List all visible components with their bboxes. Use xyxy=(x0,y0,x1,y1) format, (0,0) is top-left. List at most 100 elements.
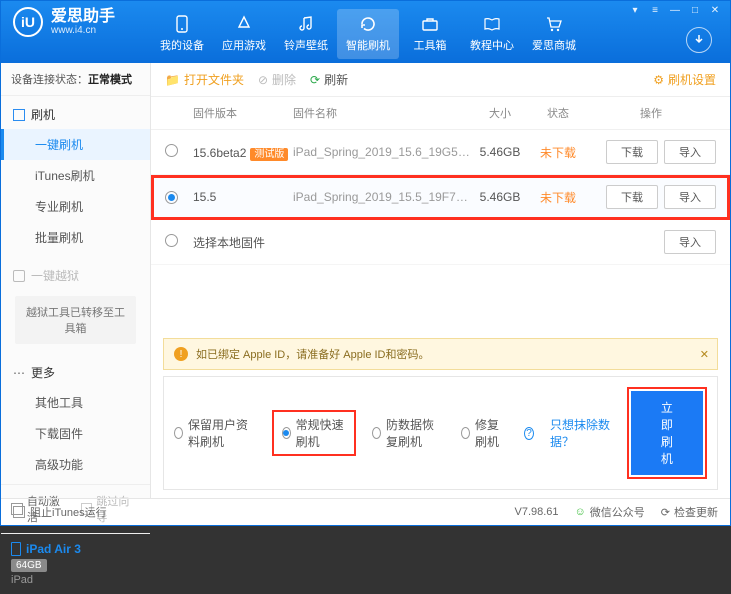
sidebar-item-download-fw[interactable]: 下载固件 xyxy=(1,418,150,449)
import-button[interactable]: 导入 xyxy=(664,230,716,254)
warning-icon: ! xyxy=(174,347,188,361)
square-icon xyxy=(13,109,25,121)
folder-icon: 📁 xyxy=(165,73,180,87)
erase-only-link[interactable]: 只想抹除数据？ xyxy=(550,416,611,450)
col-size: 大小 xyxy=(470,105,530,121)
alert-text: 如已绑定 Apple ID，请准备好 Apple ID和密码。 xyxy=(196,346,430,362)
refresh-button[interactable]: ⟳ 刷新 xyxy=(310,71,348,88)
gear-icon: ⚙ xyxy=(653,73,664,87)
download-button[interactable]: 下载 xyxy=(606,185,658,209)
sidebar-group-more[interactable]: ⋯ 更多 xyxy=(1,358,150,387)
wechat-icon: ☺ xyxy=(575,506,586,518)
nav-my-device[interactable]: 我的设备 xyxy=(151,9,213,59)
flash-now-highlight: 立即刷机 xyxy=(627,387,707,479)
device-type: iPad xyxy=(11,574,140,586)
choice-anti-recovery[interactable]: 防数据恢复刷机 xyxy=(372,416,445,450)
firmware-state: 未下载 xyxy=(530,189,586,206)
device-storage-badge: 64GB xyxy=(11,559,47,572)
info-icon[interactable]: ? xyxy=(524,427,534,440)
app-logo: iU 爱思助手 www.i4.cn xyxy=(1,1,125,37)
check-update-link[interactable]: ⟳ 检查更新 xyxy=(661,504,718,520)
row-radio[interactable] xyxy=(165,144,178,157)
firmware-size: 5.46GB xyxy=(470,145,530,159)
phone-icon xyxy=(172,14,192,34)
sidebar: 设备连接状态：正常模式 刷机 一键刷机 iTunes刷机 专业刷机 批量刷机 一… xyxy=(1,63,151,498)
flash-now-button[interactable]: 立即刷机 xyxy=(631,391,703,475)
choice-normal-flash[interactable]: 常规快速刷机 xyxy=(272,410,356,456)
firmware-name: iPad_Spring_2019_15.6_19G5037d_Restore.i… xyxy=(293,145,470,159)
top-nav: 我的设备 应用游戏 铃声壁纸 智能刷机 工具箱 教程中心 xyxy=(151,9,585,59)
block-itunes-checkbox[interactable]: 阻止iTunes运行 xyxy=(13,504,107,520)
music-icon xyxy=(296,14,316,34)
win-minimize-icon[interactable]: — xyxy=(666,3,684,17)
logo-icon: iU xyxy=(13,7,43,37)
win-lines-icon[interactable]: ≡ xyxy=(646,3,664,17)
device-icon xyxy=(11,542,21,556)
connection-status: 设备连接状态：正常模式 xyxy=(1,63,150,96)
nav-tutorials[interactable]: 教程中心 xyxy=(461,9,523,59)
beta-tag: 测试版 xyxy=(250,148,288,161)
app-title: 爱思助手 xyxy=(51,9,115,25)
cart-icon xyxy=(544,14,564,34)
download-button[interactable]: 下载 xyxy=(606,140,658,164)
app-site: www.i4.cn xyxy=(51,25,115,36)
titlebar: iU 爱思助手 www.i4.cn 我的设备 应用游戏 铃声壁纸 智能刷机 xyxy=(1,1,730,63)
win-maximize-icon[interactable]: □ xyxy=(686,3,704,17)
win-close-icon[interactable]: ✕ xyxy=(706,3,724,17)
sidebar-item-itunes-flash[interactable]: iTunes刷机 xyxy=(1,160,150,191)
sidebar-item-oneclick-flash[interactable]: 一键刷机 xyxy=(1,129,150,160)
delete-icon: ⊘ xyxy=(258,73,268,87)
update-icon: ⟳ xyxy=(661,506,670,519)
row-radio[interactable] xyxy=(165,234,178,247)
window-controls: ▾ ≡ — □ ✕ xyxy=(626,3,724,17)
statusbar: 阻止iTunes运行 V7.98.61 ☺ 微信公众号 ⟳ 检查更新 xyxy=(1,498,730,525)
sidebar-item-other-tools[interactable]: 其他工具 xyxy=(1,387,150,418)
device-panel[interactable]: iPad Air 3 64GB iPad xyxy=(1,533,150,594)
table-row[interactable]: 15.6beta2测试版 iPad_Spring_2019_15.6_19G50… xyxy=(151,130,730,175)
col-name: 固件名称 xyxy=(293,105,470,121)
sidebar-group-flash[interactable]: 刷机 xyxy=(1,100,150,129)
sidebar-item-batch-flash[interactable]: 批量刷机 xyxy=(1,222,150,253)
open-folder-button[interactable]: 📁 打开文件夹 xyxy=(165,71,244,88)
appleid-alert: ! 如已绑定 Apple ID，请准备好 Apple ID和密码。 ✕ xyxy=(163,338,718,370)
nav-flash[interactable]: 智能刷机 xyxy=(337,9,399,59)
jailbreak-note: 越狱工具已转移至工具箱 xyxy=(15,296,136,344)
col-ops: 操作 xyxy=(586,105,716,121)
table-row[interactable]: 15.5 iPad_Spring_2019_15.5_19F77_Restore… xyxy=(151,175,730,220)
flash-mode-choices: 保留用户资料刷机 常规快速刷机 防数据恢复刷机 修复刷机 ? 只想抹除数据？ 立… xyxy=(163,376,718,490)
choice-keep-data[interactable]: 保留用户资料刷机 xyxy=(174,416,256,450)
nav-ringtones[interactable]: 铃声壁纸 xyxy=(275,9,337,59)
flash-icon xyxy=(358,14,378,34)
more-icon: ⋯ xyxy=(13,366,25,380)
import-button[interactable]: 导入 xyxy=(664,140,716,164)
sidebar-group-jailbreak[interactable]: 一键越狱 xyxy=(1,261,150,290)
row-radio[interactable] xyxy=(165,191,178,204)
sidebar-item-pro-flash[interactable]: 专业刷机 xyxy=(1,191,150,222)
nav-toolbox[interactable]: 工具箱 xyxy=(399,9,461,59)
table-header: 固件版本 固件名称 大小 状态 操作 xyxy=(151,97,730,130)
delete-button[interactable]: ⊘ 删除 xyxy=(258,71,296,88)
app-version: V7.98.61 xyxy=(515,506,559,518)
win-menu-icon[interactable]: ▾ xyxy=(626,3,644,17)
import-button[interactable]: 导入 xyxy=(664,185,716,209)
toolbar: 📁 打开文件夹 ⊘ 删除 ⟳ 刷新 ⚙ 刷机设置 xyxy=(151,63,730,97)
firmware-size: 5.46GB xyxy=(470,190,530,204)
choice-repair-flash[interactable]: 修复刷机 xyxy=(461,416,508,450)
apps-icon xyxy=(234,14,254,34)
device-name: iPad Air 3 xyxy=(26,542,81,556)
col-state: 状态 xyxy=(530,105,586,121)
nav-store[interactable]: 爱思商城 xyxy=(523,9,585,59)
nav-apps[interactable]: 应用游戏 xyxy=(213,9,275,59)
download-manager-icon[interactable] xyxy=(686,27,712,53)
book-icon xyxy=(482,14,502,34)
col-version: 固件版本 xyxy=(193,105,293,121)
sidebar-item-advanced[interactable]: 高级功能 xyxy=(1,449,150,480)
refresh-icon: ⟳ xyxy=(310,73,320,87)
wechat-link[interactable]: ☺ 微信公众号 xyxy=(575,504,645,520)
flash-settings-button[interactable]: ⚙ 刷机设置 xyxy=(653,71,716,88)
toolbox-icon xyxy=(420,14,440,34)
table-row-local[interactable]: 选择本地固件 导入 xyxy=(151,220,730,265)
lock-icon xyxy=(13,270,25,282)
firmware-name: iPad_Spring_2019_15.5_19F77_Restore.ipsw xyxy=(293,190,470,204)
close-icon[interactable]: ✕ xyxy=(700,348,709,361)
